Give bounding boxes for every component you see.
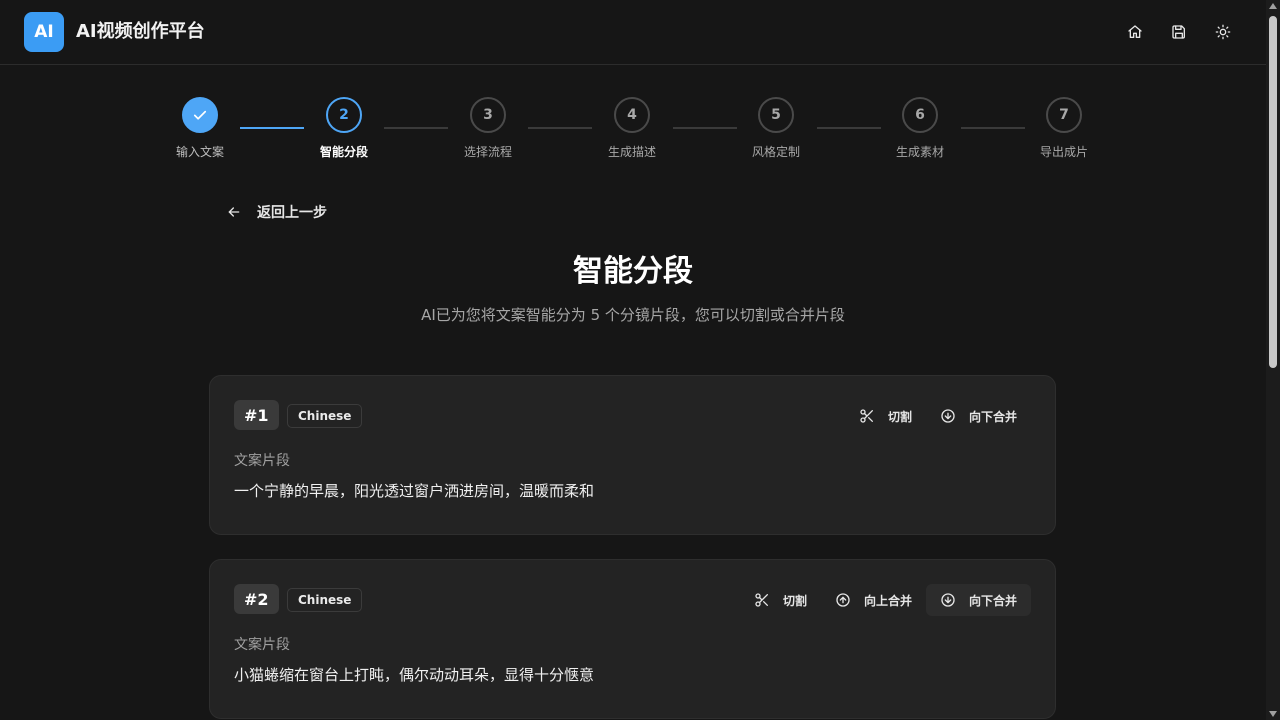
step-2[interactable]: 2 智能分段 xyxy=(304,97,384,160)
arrow-down-circle-icon xyxy=(941,593,955,607)
segment-label: 文案片段 xyxy=(234,453,290,469)
merge-down-button[interactable]: 向下合并 xyxy=(926,400,1031,432)
segment-text: 一个宁静的早晨，阳光透过窗户洒进房间，温暖而柔和 xyxy=(234,482,595,500)
language-badge: Chinese xyxy=(287,404,363,428)
segment-number: #1 xyxy=(234,400,279,430)
segment-actions: 切割 向下合并 xyxy=(845,400,1031,432)
scroll-thumb[interactable] xyxy=(1269,16,1277,368)
theme-toggle-icon[interactable] xyxy=(1211,20,1235,44)
arrow-down-circle-icon xyxy=(941,409,955,423)
cut-button[interactable]: 切割 xyxy=(740,584,821,616)
step-label: 智能分段 xyxy=(319,145,368,159)
merge-up-label: 向上合并 xyxy=(863,593,912,608)
back-label: 返回上一步 xyxy=(257,205,327,221)
step-3[interactable]: 3 选择流程 xyxy=(448,97,528,160)
app-title: AI视频创作平台 xyxy=(76,21,205,42)
app-logo: AI xyxy=(24,12,64,52)
merge-down-label: 向下合并 xyxy=(968,593,1017,608)
segment-card: #1 Chinese 切割 向下合并 文案片段 一个宁静的早晨，阳光透过窗户洒进… xyxy=(209,375,1056,535)
cut-label: 切割 xyxy=(887,409,912,424)
step-6[interactable]: 6 生成素材 xyxy=(880,97,960,160)
step-5[interactable]: 5 风格定制 xyxy=(736,97,816,160)
cut-label: 切割 xyxy=(782,593,807,608)
back-button[interactable]: 返回上一步 xyxy=(226,200,327,224)
scroll-down-arrow[interactable] xyxy=(1269,711,1277,717)
step-label: 选择流程 xyxy=(463,145,512,159)
step-circle: 2 xyxy=(326,97,362,133)
scissors-icon xyxy=(860,409,873,423)
segment-actions: 切割 向上合并 向下合并 xyxy=(740,584,1031,616)
step-label: 生成描述 xyxy=(607,145,656,159)
step-label: 导出成片 xyxy=(1039,145,1088,159)
step-label: 生成素材 xyxy=(895,145,944,159)
page-title: 智能分段 xyxy=(573,254,693,289)
cut-button[interactable]: 切割 xyxy=(845,400,926,432)
save-icon[interactable] xyxy=(1167,20,1191,44)
step-circle: 6 xyxy=(902,97,938,133)
arrow-left-icon xyxy=(228,207,240,217)
step-circle: 4 xyxy=(614,97,650,133)
step-connector xyxy=(673,127,737,129)
step-connector xyxy=(817,127,881,129)
arrow-up-circle-icon xyxy=(836,593,850,607)
step-label: 风格定制 xyxy=(751,145,800,159)
page-scrollbar[interactable] xyxy=(1266,0,1280,720)
segment-number: #2 xyxy=(234,584,279,614)
step-connector xyxy=(528,127,592,129)
merge-down-button[interactable]: 向下合并 xyxy=(925,584,1031,616)
step-7[interactable]: 7 导出成片 xyxy=(1024,97,1104,160)
step-label: 输入文案 xyxy=(175,145,224,159)
merge-down-label: 向下合并 xyxy=(968,409,1017,424)
step-4[interactable]: 4 生成描述 xyxy=(592,97,672,160)
step-circle: 3 xyxy=(470,97,506,133)
language-badge: Chinese xyxy=(287,588,363,612)
step-connector xyxy=(961,127,1025,129)
scroll-up-arrow[interactable] xyxy=(1269,3,1277,9)
step-1[interactable]: 输入文案 xyxy=(160,97,240,160)
step-circle: 5 xyxy=(758,97,794,133)
merge-up-button[interactable]: 向上合并 xyxy=(821,584,926,616)
segment-card: #2 Chinese 切割 向上合并 向下合并 文案片段 小猫蜷缩在窗台上打盹，… xyxy=(209,559,1056,719)
segment-text: 小猫蜷缩在窗台上打盹，偶尔动动耳朵，显得十分惬意 xyxy=(234,666,595,684)
segment-label: 文案片段 xyxy=(234,637,290,653)
app-header: AI AI视频创作平台 xyxy=(0,0,1266,65)
step-circle: 7 xyxy=(1046,97,1082,133)
scissors-icon xyxy=(755,593,768,607)
step-circle xyxy=(182,97,218,133)
page-subtitle: AI已为您将文案智能分为 5 个分镜片段，您可以切割或合并片段 xyxy=(421,306,845,324)
check-icon xyxy=(193,110,207,120)
step-connector xyxy=(384,127,448,129)
home-icon[interactable] xyxy=(1123,20,1147,44)
step-connector xyxy=(240,127,304,129)
